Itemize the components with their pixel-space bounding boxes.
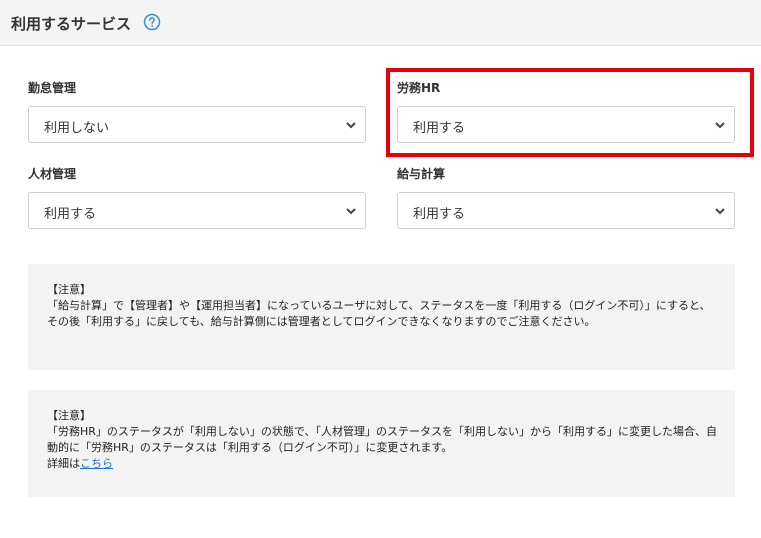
chevron-down-icon — [715, 122, 725, 129]
detail-prefix: 詳細は — [47, 457, 80, 470]
payroll-select[interactable]: 利用する — [397, 192, 735, 229]
talent-select-value: 利用する — [44, 207, 97, 222]
notice-box: 【注意】 「労務HR」のステータスが「利用しない」の状態で、「人材管理」のステー… — [28, 390, 735, 497]
chevron-down-icon — [346, 122, 356, 129]
notice-heading: 【注意】 — [47, 283, 91, 296]
attendance-label: 勤怠管理 — [28, 81, 77, 95]
notice-box: 【注意】 「給与計算」で【管理者】や【運用担当者】になっているユーザに対して、ス… — [28, 264, 735, 370]
section-title: 利用するサービス — [11, 15, 132, 33]
detail-line: 詳細はこちら — [47, 456, 717, 472]
talent-label: 人材管理 — [28, 167, 77, 181]
notice-text: 「労務HR」のステータスが「利用しない」の状態で、「人材管理」のステータスを「利… — [47, 425, 717, 454]
labor-hr-label: 労務HR — [397, 81, 441, 95]
chevron-down-icon — [346, 208, 356, 215]
talent-select[interactable]: 利用する — [28, 192, 366, 229]
detail-link[interactable]: こちら — [80, 457, 113, 470]
payroll-select-value: 利用する — [413, 207, 466, 222]
notice-heading: 【注意】 — [47, 409, 91, 422]
payroll-label: 給与計算 — [397, 167, 446, 181]
chevron-down-icon — [715, 208, 725, 215]
labor-hr-select-value: 利用する — [413, 121, 466, 136]
attendance-select[interactable]: 利用しない — [28, 106, 366, 143]
section-header: 利用するサービス — [0, 0, 761, 46]
notice-text: 「給与計算」で【管理者】や【運用担当者】になっているユーザに対して、ステータスを… — [47, 299, 711, 328]
attendance-select-value: 利用しない — [44, 121, 110, 136]
question-circle-icon[interactable] — [143, 13, 161, 31]
labor-hr-select[interactable]: 利用する — [397, 106, 735, 143]
